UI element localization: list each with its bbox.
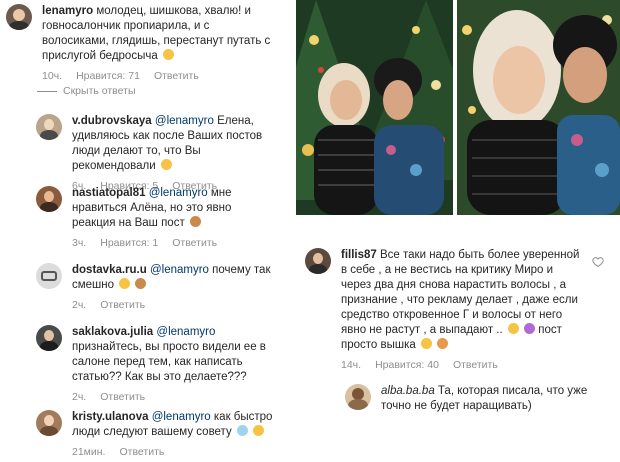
comment-time: 2ч.: [72, 299, 87, 311]
reply-button[interactable]: Ответить: [172, 236, 217, 251]
comment-time: 21мин.: [72, 446, 106, 458]
avatar[interactable]: [36, 186, 62, 212]
avatar[interactable]: [36, 263, 62, 289]
comment-mention[interactable]: @lenamyro: [152, 411, 211, 423]
avatar[interactable]: [305, 248, 331, 274]
avatar[interactable]: [6, 4, 32, 30]
laughing-emoji-icon: [507, 323, 519, 334]
avatar[interactable]: [36, 325, 62, 351]
comment-item: fillis87 Все таки надо быть более уверен…: [305, 248, 590, 373]
post-photo-right[interactable]: [457, 0, 620, 215]
comment-username[interactable]: fillis87: [341, 249, 377, 261]
avatar[interactable]: [36, 114, 62, 140]
post-photos: [296, 0, 620, 215]
woman-gesturing-emoji-icon: [524, 323, 536, 334]
comment-username[interactable]: lenamyro: [42, 5, 93, 17]
comment-text: признайтесь, вы просто видели ее в салон…: [72, 341, 266, 383]
comment-item: saklakova.julia @lenamyro признайтесь, в…: [36, 325, 286, 405]
thumbs-up-emoji-icon: [162, 49, 174, 60]
comment-time: 14ч.: [341, 359, 362, 371]
hide-replies-label: Скрыть ответы: [63, 85, 136, 97]
reply-button[interactable]: Ответить: [100, 298, 145, 313]
comment-item: kristy.ulanova @lenamyro как быстро люди…: [36, 410, 286, 460]
comment-time: 3ч.: [72, 237, 87, 249]
comment-username[interactable]: nastiatopal81: [72, 187, 146, 199]
monkey-emoji-icon: [189, 216, 201, 227]
comment-item: dostavka.ru.u @lenamyro почему так смешн…: [36, 263, 286, 313]
post-photo-left[interactable]: [296, 0, 453, 215]
comment-mention[interactable]: @lenamyro: [149, 187, 208, 199]
comment-username[interactable]: v.dubrovskaya: [72, 115, 152, 127]
comment-username[interactable]: kristy.ulanova: [72, 411, 149, 423]
comment-item: lenamyro молодец, шишкова, хвалю! и говн…: [6, 4, 286, 84]
reply-button[interactable]: Ответить: [100, 390, 145, 405]
comment-text: Все таки надо быть более уверенной в себ…: [341, 249, 580, 336]
smirk-emoji-icon: [253, 425, 265, 436]
comment-likes[interactable]: Нравится: 40: [375, 358, 439, 373]
reply-button[interactable]: Ответить: [119, 445, 164, 460]
monkey-emoji-icon: [135, 278, 147, 289]
divider-line: [37, 90, 57, 92]
laughing-emoji-icon: [119, 278, 131, 289]
hide-replies-button[interactable]: Скрыть ответы: [37, 85, 136, 97]
comment-username[interactable]: dostavka.ru.u: [72, 264, 147, 276]
comment-mention[interactable]: @lenamyro: [156, 326, 215, 338]
avatar[interactable]: [36, 410, 62, 436]
comment-username[interactable]: saklakova.julia: [72, 326, 153, 338]
comment-mention[interactable]: @lenamyro: [155, 115, 214, 127]
christmas-photo-image: [296, 0, 453, 215]
comments-panel: lenamyro молодец, шишкова, хвалю! и говн…: [0, 0, 290, 462]
smile-emoji-icon: [160, 159, 172, 170]
comment-item: alba.ba.ba Та, которая писала, что уже т…: [345, 384, 605, 414]
reply-button[interactable]: Ответить: [453, 358, 498, 373]
comment-item: v.dubrovskaya @lenamyro Елена, удивляюсь…: [36, 114, 286, 194]
selfie-photo-image: [457, 0, 620, 215]
comment-likes[interactable]: Нравится: 71: [76, 69, 140, 84]
comment-likes[interactable]: Нравится: 1: [100, 236, 158, 251]
comment-time: 2ч.: [72, 391, 87, 403]
comment-item: nastiatopal81 @lenamyro мне нравиться Ал…: [36, 186, 286, 251]
diamond-emoji-icon: [236, 425, 248, 436]
thumbs-up-emoji-icon: [420, 338, 432, 349]
comment-mention[interactable]: @lenamyro: [150, 264, 209, 276]
woman-emoji-icon: [437, 338, 449, 349]
like-heart-icon[interactable]: [592, 256, 604, 268]
avatar[interactable]: [345, 384, 371, 410]
reply-button[interactable]: Ответить: [154, 69, 199, 84]
comment-username[interactable]: alba.ba.ba: [381, 385, 435, 397]
comment-time: 10ч.: [42, 70, 63, 82]
